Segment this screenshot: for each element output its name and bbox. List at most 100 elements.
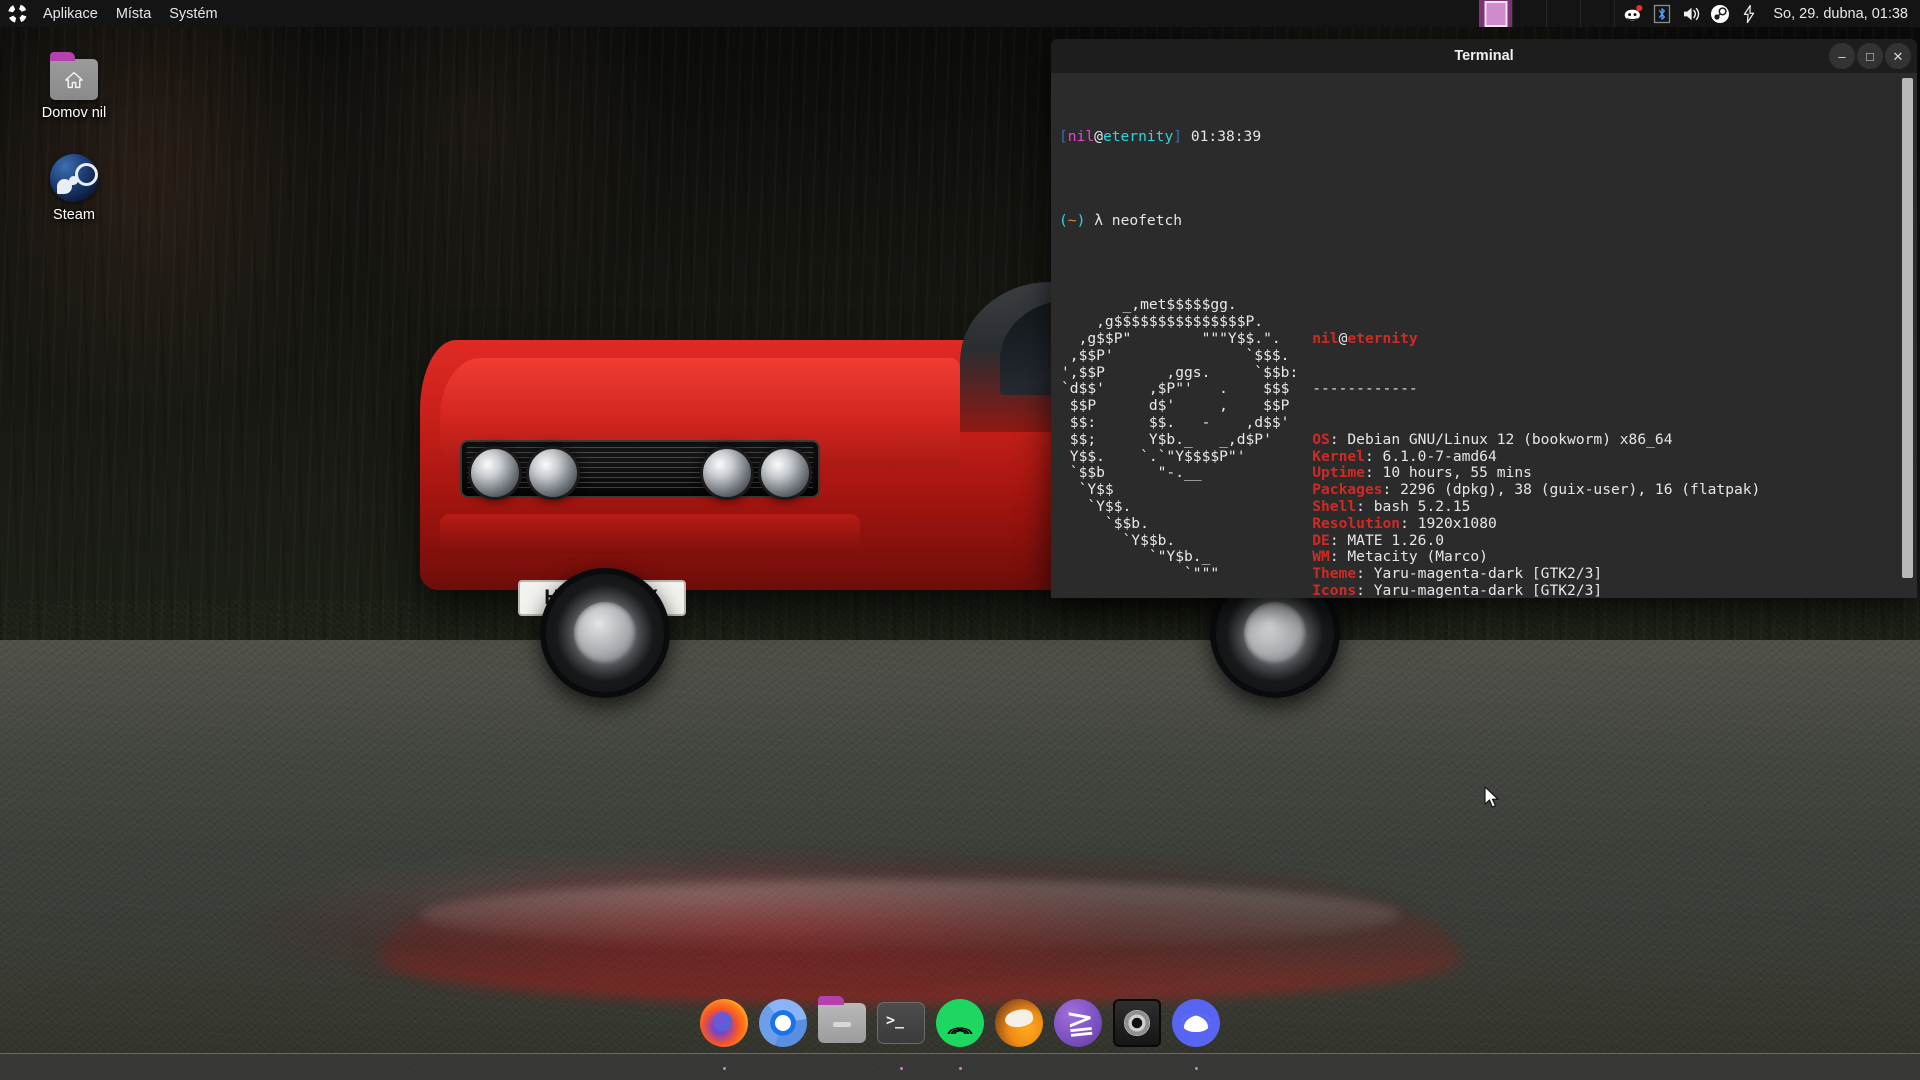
dock-item-terminal[interactable]	[877, 1002, 925, 1044]
debian-ascii-logo: _,met$$$$$gg. ,g$$$$$$$$$$$$$$$P. ,g$$P"…	[1061, 296, 1299, 583]
wallpaper-puddle-highlight	[420, 880, 1400, 950]
terminal-scrollbar-thumb[interactable]	[1902, 78, 1913, 578]
dock-indicator-slot	[1049, 1065, 1108, 1070]
neofetch-info-block: nil@eternity ------------ OS: Debian GNU…	[1298, 297, 1769, 598]
dock-indicator-slot	[990, 1065, 1049, 1070]
neofetch-host: eternity	[1347, 329, 1418, 347]
neofetch-info-label: Theme	[1312, 565, 1357, 583]
neofetch-info-label: Kernel	[1312, 447, 1365, 465]
terminal-title: Terminal	[1454, 48, 1514, 64]
dock-running-dot	[1194, 1066, 1198, 1070]
car-headlight	[468, 446, 522, 500]
car-bumper	[440, 514, 860, 554]
mouse-cursor	[1484, 786, 1499, 808]
terminal-titlebar[interactable]: Terminal – □ ✕	[1051, 39, 1917, 73]
neofetch-info-row: Kernel: 6.1.0-7-amd64	[1312, 447, 1497, 465]
neofetch-info-rows: OS: Debian GNU/Linux 12 (bookworm) x86_6…	[1312, 430, 1769, 598]
menu-system[interactable]: Systém	[160, 0, 226, 27]
desktop-icon-steam[interactable]: Steam	[18, 150, 130, 223]
close-button[interactable]: ✕	[1885, 43, 1911, 69]
terminal-body[interactable]: [nil@eternity] 01:38:39 (~) λ neofetch _…	[1051, 73, 1917, 598]
neofetch-info-label: Packages	[1312, 481, 1383, 499]
cmd-paren-open: (	[1059, 212, 1068, 230]
steam-icon[interactable]	[1710, 4, 1730, 24]
neofetch-info-value: Metacity (Marco)	[1347, 548, 1488, 566]
car-wheel	[540, 568, 670, 698]
dock-icon-row[interactable]	[700, 996, 1220, 1053]
neofetch-info-value: Yaru-magenta-dark [GTK2/3]	[1373, 581, 1603, 598]
cmd-text: neofetch	[1111, 212, 1183, 230]
dock-item-chromium[interactable]	[759, 999, 807, 1047]
system-tray[interactable]	[1615, 0, 1767, 27]
car-headlight	[758, 446, 812, 500]
neofetch-info-label: Icons	[1312, 581, 1357, 598]
prompt-user: nil	[1067, 128, 1095, 146]
car-headlight	[700, 446, 754, 500]
workspace-2[interactable]	[1513, 0, 1548, 27]
neofetch-info-row: Shell: bash 5.2.15	[1312, 497, 1471, 515]
neofetch-info-label: OS	[1312, 430, 1330, 448]
panel-window-list[interactable]	[227, 0, 1480, 27]
dock-running-dot	[899, 1066, 903, 1070]
folder-home-icon	[18, 48, 130, 100]
desktop-icon-home-label: Domov nil	[41, 105, 107, 121]
neofetch-info-value: Debian GNU/Linux 12 (bookworm) x86_64	[1347, 430, 1673, 448]
workspace-3[interactable]	[1547, 0, 1582, 27]
neofetch-info-value: Yaru-magenta-dark [GTK2/3]	[1373, 565, 1603, 583]
neofetch-info-row: Resolution: 1920x1080	[1312, 514, 1497, 532]
menu-places[interactable]: Místa	[107, 0, 160, 27]
dock-item-audio[interactable]	[1113, 999, 1161, 1047]
bluetooth-icon[interactable]	[1652, 4, 1672, 24]
neofetch-info-label: Resolution	[1312, 514, 1401, 532]
thunderbolt-icon[interactable]	[1739, 4, 1759, 24]
neofetch-info-row: WM: Metacity (Marco)	[1312, 548, 1488, 566]
prompt-host: eternity	[1102, 128, 1174, 146]
minimize-button[interactable]: –	[1829, 43, 1855, 69]
dock-indicator-slot	[1167, 1065, 1226, 1070]
neofetch-info-value: 2296 (dpkg), 38 (guix-user), 16 (flatpak…	[1400, 481, 1761, 499]
neofetch-info-label: WM	[1312, 548, 1330, 566]
neofetch-info-value: 10 hours, 55 mins	[1382, 464, 1532, 482]
neofetch-info-value: bash 5.2.15	[1373, 497, 1471, 515]
maximize-button[interactable]: □	[1857, 43, 1883, 69]
neofetch-rule: ------------	[1312, 380, 1418, 398]
terminal-prompt-line-1: [nil@eternity] 01:38:39	[1059, 128, 1917, 146]
dock-running-dot	[841, 1067, 844, 1070]
neofetch-info-value: 1920x1080	[1417, 514, 1497, 532]
dock-indicator-slot	[813, 1065, 872, 1070]
dock-item-spotify[interactable]	[936, 999, 984, 1047]
steam-icon	[18, 150, 130, 202]
neofetch-info-row: DE: MATE 1.26.0	[1312, 531, 1445, 549]
dock-item-caja[interactable]	[818, 996, 866, 1043]
prompt-at: @	[1094, 128, 1103, 146]
neofetch-info-value: MATE 1.26.0	[1347, 531, 1445, 549]
dock-item-mullvad[interactable]	[995, 999, 1043, 1047]
menu-applications[interactable]: Aplikace	[34, 0, 107, 27]
dock-item-emacs[interactable]	[1054, 999, 1102, 1047]
home-glyph-icon	[65, 72, 83, 89]
terminal-command-line-1: (~) λ neofetch	[1059, 212, 1917, 230]
volume-icon[interactable]	[1681, 4, 1701, 24]
workspace-4[interactable]	[1581, 0, 1616, 27]
top-panel[interactable]: Aplikace Místa Systém So, 29. dubna, 01:…	[0, 0, 1920, 27]
mate-logo-icon[interactable]	[8, 4, 27, 23]
desktop-icon-home[interactable]: Domov nil	[18, 48, 130, 121]
workspace-1[interactable]	[1479, 0, 1514, 27]
discord-icon[interactable]	[1623, 4, 1643, 24]
neofetch-info-row: OS: Debian GNU/Linux 12 (bookworm) x86_6…	[1312, 430, 1673, 448]
panel-clock[interactable]: So, 29. dubna, 01:38	[1767, 6, 1920, 22]
window-controls[interactable]: – □ ✕	[1829, 39, 1911, 73]
workspace-switcher[interactable]	[1479, 0, 1616, 27]
dock-running-dot	[722, 1066, 726, 1070]
neofetch-info-label: Uptime	[1312, 464, 1365, 482]
dock-item-firefox[interactable]	[700, 999, 748, 1047]
dock-running-dot	[782, 1067, 785, 1070]
neofetch-info-label: DE	[1312, 531, 1330, 549]
dock-item-discord[interactable]	[1172, 999, 1220, 1047]
terminal-window[interactable]: Terminal – □ ✕ [nil@eternity] 01:38:39 (…	[1051, 39, 1917, 598]
dock-running-dot	[1136, 1067, 1139, 1070]
panel-menu-bar[interactable]: Aplikace Místa Systém	[0, 0, 227, 27]
terminal-scrollbar[interactable]	[1902, 75, 1915, 598]
dock-panel[interactable]	[0, 1053, 1920, 1080]
dock-indicator-slot	[754, 1065, 813, 1070]
